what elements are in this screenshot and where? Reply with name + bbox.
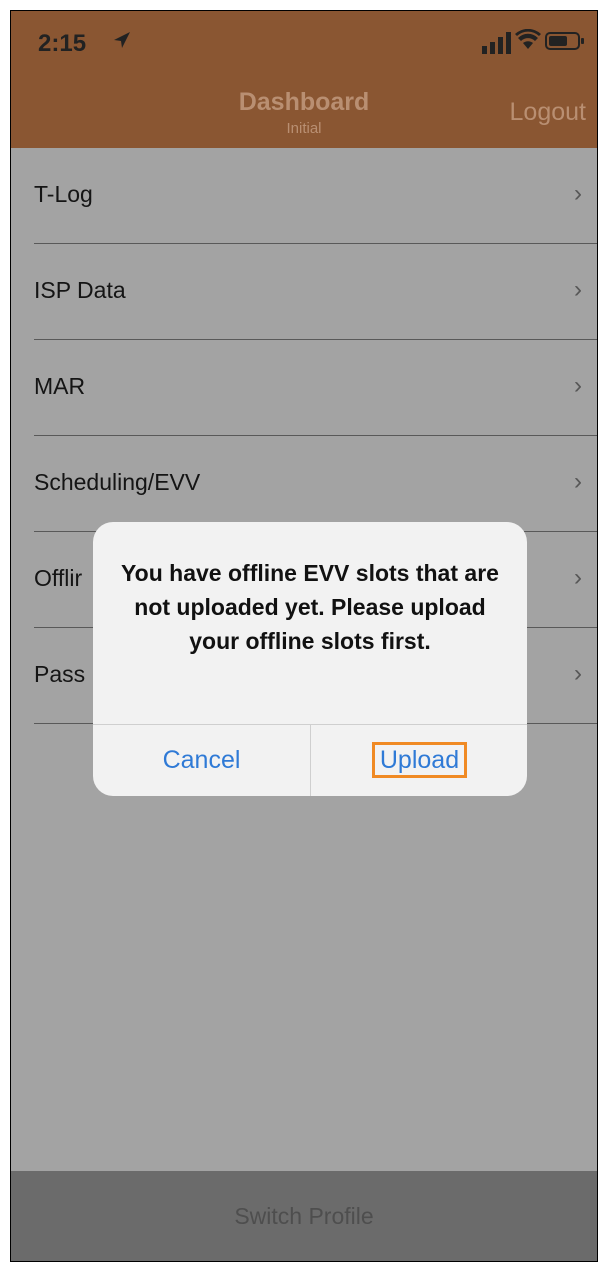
navigation-header: 2:15 Dashboard Initial Logout [10,10,598,148]
frame-border [10,10,598,11]
location-arrow-icon [114,32,130,48]
status-time: 2:15 [38,30,87,57]
frame-border [10,10,11,1262]
wifi-icon [515,29,541,49]
battery-icon [545,32,584,50]
phone-screen: 2:15 Dashboard Initial Logout T-Log › IS… [10,10,598,1262]
cancel-button[interactable]: Cancel [93,724,310,796]
frame-border [597,10,598,1262]
cancel-button-label: Cancel [162,745,241,774]
alert-dialog: You have offline EVV slots that are not … [93,522,527,796]
upload-button[interactable]: Upload [311,724,527,796]
frame-border [10,1261,598,1262]
logout-button[interactable]: Logout [510,98,586,127]
upload-button-label: Upload [371,742,468,778]
alert-message: You have offline EVV slots that are not … [121,560,499,654]
signal-icon [482,32,511,54]
